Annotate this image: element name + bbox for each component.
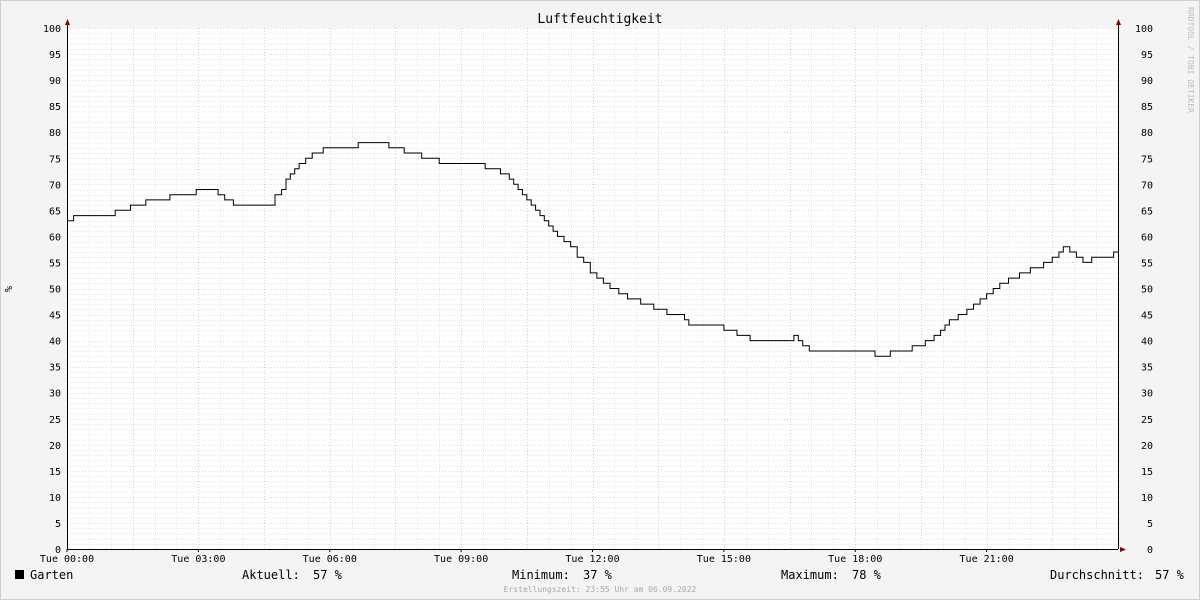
y-tick-label-left: 85	[49, 102, 61, 113]
x-tick-label: Tue 15:00	[697, 554, 751, 565]
y-tick-label-right: 40	[1141, 337, 1153, 348]
y-tick-label-right: 65	[1141, 206, 1153, 217]
legend-max-value: 78 %	[852, 568, 882, 582]
y-tick-label-left: 60	[49, 232, 61, 243]
x-axis-arrow	[1120, 547, 1126, 552]
y-tick-label-right: 75	[1141, 154, 1153, 165]
y-tick-label-right: 45	[1141, 311, 1153, 322]
y-tick-label-right: 70	[1141, 180, 1153, 191]
y-tick-label-left: 25	[49, 415, 61, 426]
y-tick-label-right: 35	[1141, 363, 1153, 374]
y-tick-label-right: 0	[1147, 545, 1153, 556]
y-tick-label-left: 75	[49, 154, 61, 165]
y-tick-label-right: 25	[1141, 415, 1153, 426]
y-axis-right-arrow	[1116, 19, 1121, 25]
y-tick-label-right: 10	[1141, 493, 1153, 504]
y-tick-label-left: 10	[49, 493, 61, 504]
y-tick-label-right: 5	[1147, 519, 1153, 530]
chart-svg: 0 5 10 15 20 25 30 35 40 45 50 55 60 65 70 75 80 85 90 95 10…	[4, 7, 1195, 594]
y-tick-label-left: 30	[49, 389, 61, 400]
y-tick-label-left: 45	[49, 311, 61, 322]
y-tick-label-left: 50	[49, 285, 61, 296]
y-tick-label-left: 5	[55, 519, 61, 530]
y-tick-label-right: 30	[1141, 389, 1153, 400]
y-tick-label-right: 95	[1141, 50, 1153, 61]
y-tick-label-left: 70	[49, 180, 61, 191]
legend-avg-label: Durchschnitt:	[1050, 568, 1144, 582]
y-tick-label-left: 80	[49, 128, 61, 139]
y-tick-label-right: 15	[1141, 467, 1153, 478]
y-tick-label-left: 15	[49, 467, 61, 478]
legend-swatch	[15, 570, 24, 579]
y-tick-label-right: 90	[1141, 76, 1153, 87]
chart-title: Luftfeuchtigkeit	[537, 12, 662, 27]
legend-min-value: 37 %	[583, 568, 613, 582]
y-tick-label-right: 80	[1141, 128, 1153, 139]
legend-current-value: 57 %	[313, 568, 343, 582]
y-tick-label-right: 100	[1135, 24, 1153, 35]
x-tick-label: Tue 21:00	[960, 554, 1014, 565]
y-tick-label-left: 65	[49, 206, 61, 217]
legend-current-label: Aktuell:	[242, 568, 300, 582]
y-axis-left-ticks: 0510152025303540455055606570758085909510…	[43, 24, 61, 556]
y-tick-label-right: 60	[1141, 232, 1153, 243]
legend-min-label: Minimum:	[512, 568, 570, 582]
y-axis-right-ticks: 0 5 10 15 20 25 30 35 40 45 50 55 60 65 70 75 80 85 90 95 10…	[1135, 24, 1153, 556]
y-tick-label-right: 55	[1141, 258, 1153, 269]
legend-max-label: Maximum:	[781, 568, 839, 582]
watermark: RRDTOOL / TOBI OETIKER	[1186, 7, 1195, 113]
y-tick-label-right: 20	[1141, 441, 1153, 452]
y-tick-label-left: 100	[43, 24, 61, 35]
y-tick-label-left: 40	[49, 337, 61, 348]
x-tick-label: Tue 00:00	[40, 554, 94, 565]
x-tick-label: Tue 09:00	[434, 554, 488, 565]
y-axis-label-left: %	[4, 286, 15, 292]
legend-series-name: Garten	[30, 568, 73, 582]
y-tick-label-left: 90	[49, 76, 61, 87]
legend-avg-value: 57 %	[1155, 568, 1185, 582]
x-tick-label: Tue 03:00	[171, 554, 225, 565]
x-tick-label: Tue 18:00	[828, 554, 882, 565]
y-tick-label-right: 50	[1141, 285, 1153, 296]
y-tick-label-left: 95	[49, 50, 61, 61]
y-axis-left-arrow	[65, 19, 70, 25]
x-axis-ticks: Tue 00:00 Tue 03:00 Tue 06:00 Tue 09:00 Tue …	[40, 549, 1014, 565]
footer-timestamp: Erstellungszeit: 23:55 Uhr am 06.09.2022	[504, 585, 697, 594]
y-tick-label-left: 20	[49, 441, 61, 452]
x-tick-label: Tue 12:00	[565, 554, 619, 565]
y-tick-label-left: 35	[49, 363, 61, 374]
y-tick-label-left: 55	[49, 258, 61, 269]
plot-area	[67, 28, 1118, 549]
y-tick-label-right: 85	[1141, 102, 1153, 113]
x-tick-label: Tue 06:00	[303, 554, 357, 565]
